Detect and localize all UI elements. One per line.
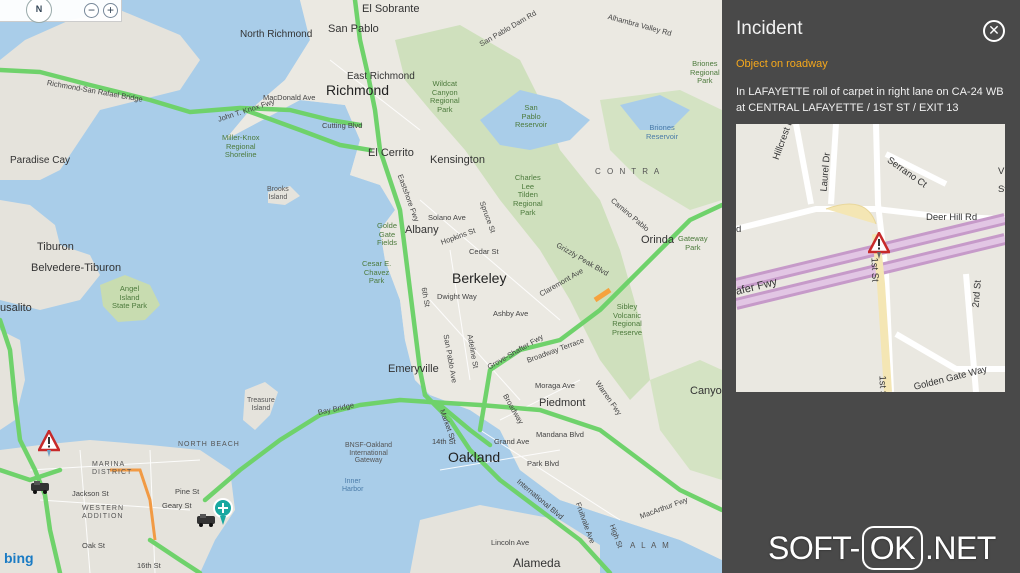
zoom-in-button[interactable]: + xyxy=(103,3,118,18)
label-piedmont: Piedmont xyxy=(539,397,586,409)
map-nav-controls: N − + xyxy=(0,0,122,23)
zoom-out-button[interactable]: − xyxy=(84,3,99,18)
warning-icon xyxy=(36,428,62,457)
warning-icon xyxy=(866,230,892,259)
label-richmond: Richmond xyxy=(326,82,390,98)
label-wildcat-park: Wildcat Canyon Regional Park xyxy=(430,79,460,114)
label-east-richmond: East Richmond xyxy=(347,71,415,82)
mini-label-edge-v: V xyxy=(998,166,1005,177)
label-oak: Oak St xyxy=(82,541,105,550)
label-contra: C O N T R A xyxy=(595,167,662,176)
label-briones-park: Briones Regional Park xyxy=(690,59,720,86)
close-icon: ✕ xyxy=(988,22,1000,38)
label-emeryville: Emeryville xyxy=(388,363,439,375)
label-san-pablo: San Pablo xyxy=(328,23,379,35)
label-jackson: Jackson St xyxy=(72,489,109,498)
label-marina-district: MARINA DISTRICT xyxy=(92,461,133,477)
label-belvedere: Belvedere-Tiburon xyxy=(31,262,122,274)
label-tilden-park: Charles Lee Tilden Regional Park xyxy=(513,173,543,217)
label-canyon: Canyo xyxy=(690,385,722,397)
incident-warning-marker[interactable] xyxy=(36,428,62,458)
label-albany: Albany xyxy=(405,224,439,236)
accident-icon xyxy=(31,481,49,494)
incident-panel: Incident ✕ Object on roadway In LAFAYETT… xyxy=(722,0,1020,573)
label-el-sobrante: El Sobrante xyxy=(362,3,420,15)
label-kensington: Kensington xyxy=(430,154,486,166)
map-view[interactable]: Richmond Berkeley Oakland San Pablo El S… xyxy=(0,0,722,573)
incident-type: Object on roadway xyxy=(736,58,828,70)
label-sausalito: usalito xyxy=(0,302,32,314)
label-cutting: Cutting Blvd xyxy=(322,121,363,130)
incident-description: In LAFAYETTE roll of carpet in right lan… xyxy=(736,86,1004,114)
label-oakland: Oakland xyxy=(448,449,501,465)
label-16th: 16th St xyxy=(137,561,161,570)
label-gateway-park: Gateway Park xyxy=(678,234,708,252)
label-dwight: Dwight Way xyxy=(437,292,477,301)
mini-label-edge-d: d xyxy=(736,224,742,235)
panel-title: Incident xyxy=(736,18,803,39)
mini-incident-marker[interactable] xyxy=(866,230,892,260)
label-geary: Geary St xyxy=(162,501,192,510)
label-mandana: Mandana Blvd xyxy=(536,430,584,439)
label-cedar: Cedar St xyxy=(469,247,499,256)
watermark-right: .NET xyxy=(924,529,996,566)
watermark: SOFT- OK .NET xyxy=(768,526,996,570)
label-western-addition: WESTERN ADDITION xyxy=(82,505,124,521)
watermark-box: OK xyxy=(861,526,923,570)
mini-label-1st-st-lower: 1st St xyxy=(876,375,889,392)
label-lincoln: Lincoln Ave xyxy=(491,538,530,547)
mini-label-1st-st: 1st St xyxy=(868,257,881,282)
label-alameda-county: A L A M xyxy=(630,541,671,550)
mini-label-edge-st: St xyxy=(998,184,1005,195)
label-briones-reservoir: Briones Reservoir xyxy=(646,123,679,141)
close-button[interactable]: ✕ xyxy=(983,20,1005,42)
label-north-beach: NORTH BEACH xyxy=(178,441,240,448)
incident-mini-map[interactable]: Hillcrest Dr Laurel Dr Serrano Ct Deer H… xyxy=(736,124,1005,392)
label-park-blvd: Park Blvd xyxy=(527,459,560,468)
construction-icon xyxy=(213,498,233,525)
incident-construction-marker[interactable] xyxy=(212,498,234,526)
label-alameda: Alameda xyxy=(513,556,561,570)
label-inner-harbor: Inner Harbor xyxy=(342,478,364,493)
label-moraga: Moraga Ave xyxy=(535,381,575,390)
compass-button[interactable]: N xyxy=(26,0,52,23)
watermark-left: SOFT- xyxy=(768,529,860,566)
label-macdonald: MacDonald Ave xyxy=(263,93,316,102)
label-berkeley: Berkeley xyxy=(452,270,507,286)
label-pine: Pine St xyxy=(175,487,200,496)
label-miller-knox: Miller-Knox Regional Shoreline xyxy=(222,133,260,160)
label-paradise-cay: Paradise Cay xyxy=(10,155,71,166)
mini-label-deer-hill: Deer Hill Rd xyxy=(926,212,978,223)
label-cesar-chavez-park: Cesar E. Chavez Park xyxy=(362,259,392,286)
label-san-pablo-reservoir: San Pablo Reservoir xyxy=(515,103,548,130)
label-tiburon: Tiburon xyxy=(37,241,74,253)
label-ashby: Ashby Ave xyxy=(493,309,529,318)
label-orinda: Orinda xyxy=(641,234,675,246)
bing-logo: bing xyxy=(4,550,34,566)
label-bnsf: BNSF-Oakland International Gateway xyxy=(345,442,393,465)
label-grand: Grand Ave xyxy=(494,437,530,446)
label-solano: Solano Ave xyxy=(428,213,466,222)
label-brooks-island: Brooks Island xyxy=(267,186,289,201)
label-treasure-island: Treasure Island xyxy=(247,397,275,412)
label-golden-gate-fields: Golde Gate Fields xyxy=(377,221,398,248)
label-north-richmond: North Richmond xyxy=(240,29,313,40)
incident-car-marker[interactable] xyxy=(30,480,50,494)
label-angel-island: Angel Island State Park xyxy=(112,284,148,311)
label-sibley: Sibley Volcanic Regional Preserve xyxy=(612,302,643,337)
label-el-cerrito: El Cerrito xyxy=(368,147,414,159)
